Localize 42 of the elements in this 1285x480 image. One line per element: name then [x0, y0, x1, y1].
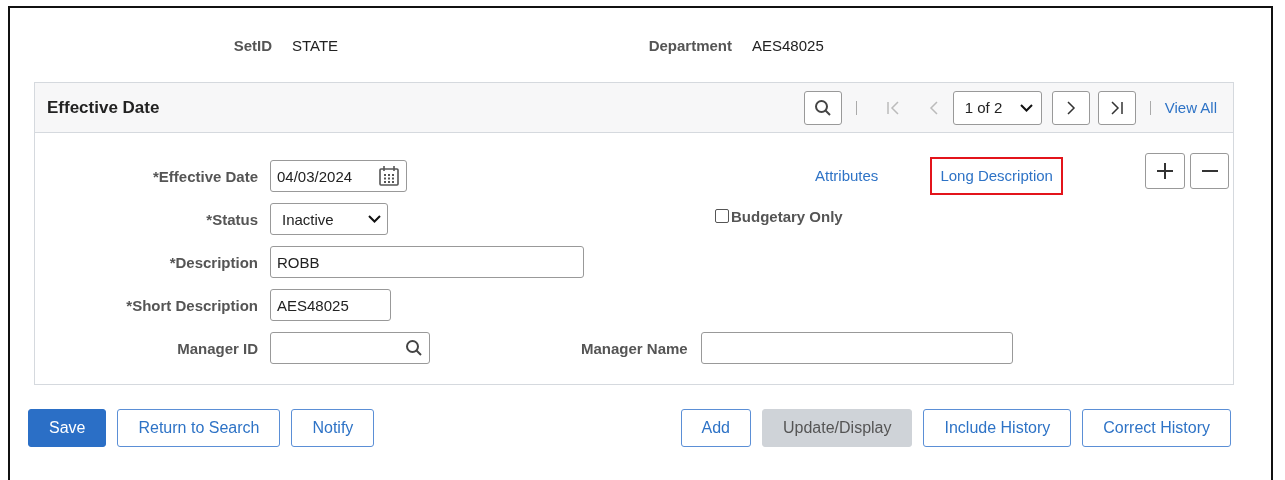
- caret-icon: [1019, 103, 1033, 112]
- action-button[interactable]: Correct History: [1082, 409, 1231, 447]
- action-button[interactable]: Add: [680, 409, 751, 447]
- status-dropdown[interactable]: Inactive: [270, 203, 388, 235]
- manager-name-field[interactable]: [700, 332, 1013, 364]
- search-icon[interactable]: [405, 339, 423, 357]
- field-label: *Status: [206, 210, 258, 228]
- header-label: Department: [647, 36, 732, 54]
- minus-icon: [1200, 169, 1219, 173]
- field-label: Manager ID: [177, 339, 258, 357]
- header-label: SetID: [232, 36, 272, 54]
- date-field[interactable]: 04/03/2024: [270, 160, 407, 192]
- panel-title: Effective Date: [47, 97, 161, 118]
- next-page-button[interactable]: [1051, 90, 1090, 125]
- action-button[interactable]: Save: [28, 409, 107, 447]
- action-button[interactable]: Include History: [923, 409, 1072, 447]
- checkbox[interactable]: [715, 209, 729, 223]
- tab-link[interactable]: Attributes: [815, 167, 879, 184]
- search-button[interactable]: [803, 90, 842, 125]
- delete-row-button[interactable]: [1190, 153, 1229, 189]
- field-label: Manager Name: [581, 339, 688, 357]
- header-value: STATE: [292, 36, 340, 54]
- field-label: *Effective Date: [152, 167, 258, 185]
- header-value: AES48025: [752, 36, 825, 54]
- add-row-button[interactable]: [1145, 153, 1185, 189]
- search-icon[interactable]: [813, 98, 832, 117]
- view-all-link[interactable]: View All: [1164, 99, 1217, 116]
- manager-id-field[interactable]: [270, 332, 430, 364]
- description-field[interactable]: ROBB: [270, 246, 584, 278]
- last-page-button[interactable]: [1097, 90, 1136, 125]
- plus-icon: [1156, 162, 1174, 180]
- short-description-field[interactable]: AES48025: [270, 289, 391, 321]
- action-button[interactable]: Notify: [291, 409, 375, 447]
- calendar-icon[interactable]: [378, 165, 400, 187]
- field-label: *Short Description: [126, 296, 258, 314]
- caret-icon: [368, 215, 381, 223]
- last-page-icon: [1108, 99, 1125, 116]
- checkbox-label: Budgetary Only: [731, 207, 843, 225]
- page-dropdown[interactable]: 1 of 2: [952, 90, 1042, 125]
- chevron-right-icon: [1065, 99, 1076, 116]
- action-button[interactable]: Return to Search: [117, 409, 281, 447]
- field-label: *Description: [169, 253, 258, 271]
